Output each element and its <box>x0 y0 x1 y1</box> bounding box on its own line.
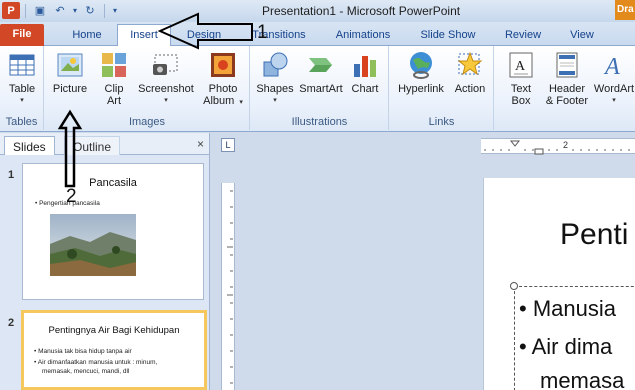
annotation-arrows <box>57 12 253 188</box>
annotation-label-2: 2 <box>66 186 77 207</box>
annotation-label-1: 1 <box>257 22 268 43</box>
